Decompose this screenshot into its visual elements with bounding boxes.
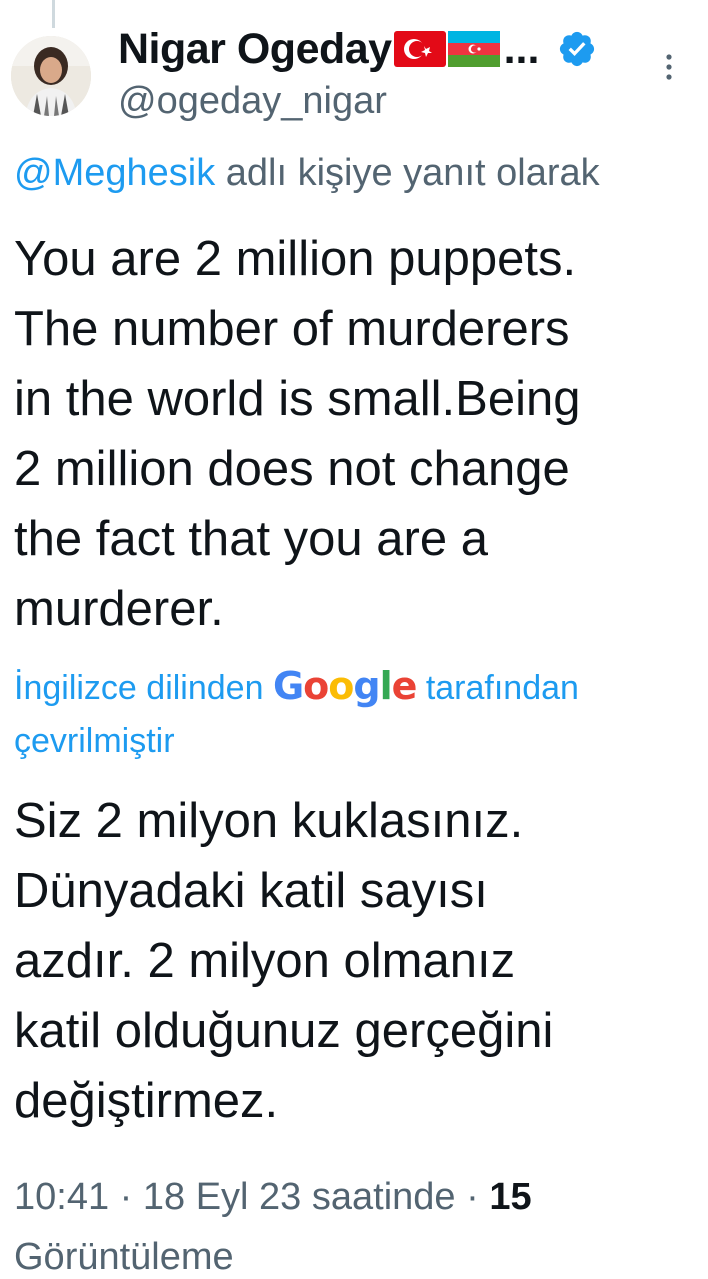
translated-text-line: Dünyadaki katil sayısı: [14, 864, 488, 918]
thread-connector-line: [52, 0, 55, 28]
avatar-image: [11, 36, 91, 116]
tweet-time[interactable]: 10:41: [14, 1176, 109, 1218]
tweet-text-line: The number of murderers: [14, 302, 570, 356]
turkey-flag-icon: [393, 31, 446, 67]
tweet-date[interactable]: 18 Eyl 23 saatinde: [143, 1176, 456, 1218]
tweet-header: Nigar Ogeday ... @ogeday_nigar: [118, 22, 708, 123]
google-letter: g: [353, 664, 380, 708]
replying-to-suffix: adlı kişiye yanıt olarak: [215, 152, 600, 194]
azerbaijan-flag-icon: [447, 31, 500, 67]
name-truncation: ...: [503, 24, 540, 73]
avatar[interactable]: [11, 36, 91, 116]
views-count: 15: [489, 1176, 532, 1218]
google-letter: G: [272, 664, 304, 708]
translated-text-line: katil olduğunuz gerçeğini: [14, 1004, 554, 1058]
tweet-text: You are 2 million puppets. The number of…: [14, 224, 694, 644]
name-row: Nigar Ogeday ...: [118, 22, 708, 76]
google-letter: o: [328, 664, 354, 708]
user-handle[interactable]: @ogeday_nigar: [118, 80, 708, 123]
tweet-text-line: the fact that you are a: [14, 512, 488, 566]
translation-attribution[interactable]: İngilizce dilinden Google tarafından çev…: [14, 660, 694, 768]
mention-link[interactable]: @Meghesik: [14, 152, 215, 194]
translated-text-line: değiştirmez.: [14, 1074, 279, 1128]
meta-separator: ·: [109, 1176, 143, 1218]
google-letter: e: [391, 664, 418, 708]
google-logo: Google: [272, 664, 418, 708]
translation-prefix: İngilizce dilinden: [14, 669, 273, 707]
views-label: Görüntüleme: [14, 1236, 234, 1278]
tweet-text-line: You are 2 million puppets.: [14, 232, 577, 286]
display-name[interactable]: Nigar Ogeday: [118, 25, 392, 74]
google-letter: l: [379, 664, 393, 708]
tweet-metadata: 10:41 · 18 Eyl 23 saatinde · 15: [14, 1176, 532, 1219]
meta-separator: ·: [455, 1176, 490, 1218]
google-letter: o: [303, 664, 329, 708]
verified-badge-icon[interactable]: [557, 29, 597, 69]
translated-tweet-text: Siz 2 milyon kuklasınız. Dünyadaki katil…: [14, 786, 694, 1136]
tweet-text-line: murderer.: [14, 582, 224, 636]
tweet-text-line: in the world is small.Being: [14, 372, 581, 426]
translated-text-line: Siz 2 milyon kuklasınız.: [14, 794, 524, 848]
more-vertical-icon[interactable]: [658, 52, 680, 82]
tweet-text-line: 2 million does not change: [14, 442, 570, 496]
translated-text-line: azdır. 2 milyon olmanız: [14, 934, 516, 988]
replying-to: @Meghesik adlı kişiye yanıt olarak: [14, 152, 600, 195]
